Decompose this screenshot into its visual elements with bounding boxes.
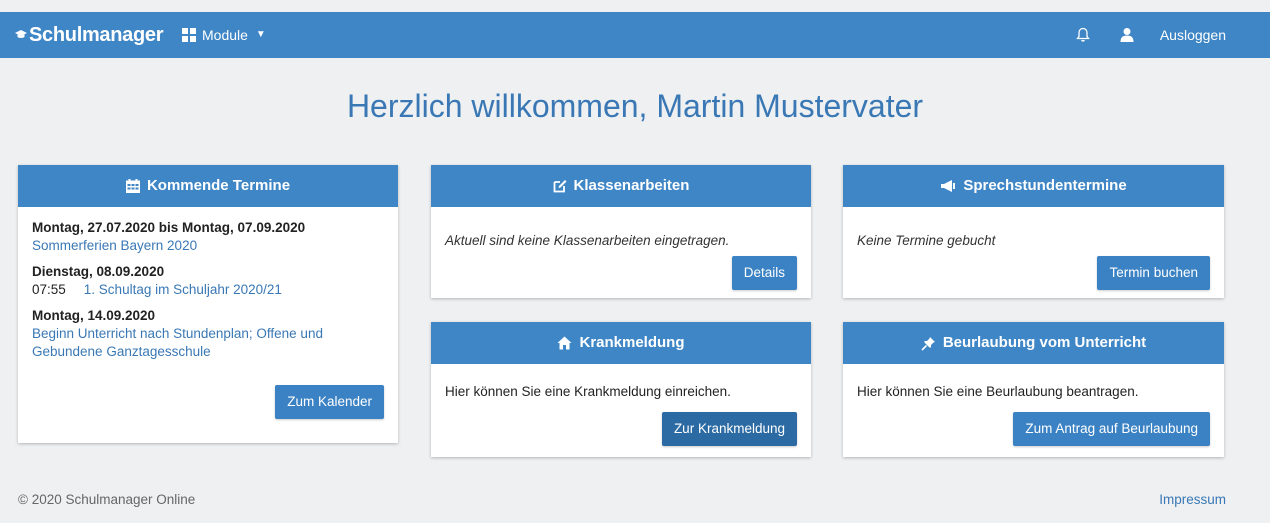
card-body: Hier können Sie eine Beurlaubung beantra… (843, 364, 1224, 457)
edit-icon (553, 180, 567, 193)
event-item: Montag, 14.09.2020 Beginn Unterricht nac… (32, 307, 384, 361)
calendar-icon (125, 179, 140, 193)
card-header: Sprechstundentermine (843, 165, 1224, 207)
card-text: Keine Termine gebucht (857, 233, 996, 248)
logout-link[interactable]: Ausloggen (1160, 27, 1226, 43)
navbar-right: Ausloggen (1072, 12, 1270, 58)
event-time: 07:55 (32, 282, 66, 297)
details-button[interactable]: Details (731, 256, 797, 290)
card-header: Kommende Termine (18, 165, 398, 207)
event-item: Montag, 27.07.2020 bis Montag, 07.09.202… (32, 219, 384, 255)
grid-icon (182, 28, 196, 42)
card-title: Sprechstundentermine (963, 177, 1127, 194)
sick-note-card: Krankmeldung Hier können Sie eine Krankm… (431, 322, 811, 457)
card-body: Aktuell sind keine Klassenarbeiten einge… (431, 207, 811, 298)
event-date: Montag, 14.09.2020 (32, 308, 156, 323)
card-title: Klassenarbeiten (573, 177, 690, 194)
pin-icon (921, 336, 935, 351)
bell-icon[interactable] (1072, 24, 1094, 46)
event-link[interactable]: Beginn Unterricht nach Stundenplan; Offe… (32, 325, 384, 361)
card-body: Hier können Sie eine Krankmeldung einrei… (431, 364, 811, 457)
brand-logo[interactable]: Schulmanager (14, 20, 164, 50)
graduation-cap-icon (15, 30, 27, 38)
card-title: Krankmeldung (579, 334, 685, 351)
navbar: Schulmanager Module ▼ Ausloggen (0, 12, 1270, 58)
calendar-button[interactable]: Zum Kalender (275, 385, 384, 419)
page-title: Herzlich willkommen, Martin Mustervater (346, 88, 924, 124)
card-text: Hier können Sie eine Krankmeldung einrei… (445, 384, 731, 399)
chevron-down-icon: ▼ (255, 29, 266, 40)
sick-note-button[interactable]: Zur Krankmeldung (661, 412, 797, 446)
exams-card: Klassenarbeiten Aktuell sind keine Klass… (431, 165, 811, 298)
card-header: Krankmeldung (431, 322, 811, 364)
card-body: Keine Termine gebucht Termin buchen (843, 207, 1224, 298)
modules-menu[interactable]: Module ▼ (182, 12, 266, 58)
card-header: Beurlaubung vom Unterricht (843, 322, 1224, 364)
event-date: Montag, 27.07.2020 bis Montag, 07.09.202… (32, 220, 306, 235)
user-icon[interactable] (1116, 24, 1138, 46)
card-text: Aktuell sind keine Klassenarbeiten einge… (445, 233, 730, 248)
card-header: Klassenarbeiten (431, 165, 811, 207)
book-appointment-button[interactable]: Termin buchen (1097, 256, 1210, 290)
card-title: Beurlaubung vom Unterricht (942, 334, 1147, 351)
consultation-card: Sprechstundentermine Keine Termine gebuc… (843, 165, 1224, 298)
copyright: © 2020 Schulmanager Online (18, 492, 196, 507)
event-link[interactable]: 1. Schultag im Schuljahr 2020/21 (84, 282, 282, 297)
upcoming-events-card: Kommende Termine Montag, 27.07.2020 bis … (18, 165, 398, 443)
top-strip (0, 0, 1270, 12)
impressum-link[interactable]: Impressum (1159, 492, 1226, 507)
modules-label: Module (202, 27, 248, 43)
leave-card: Beurlaubung vom Unterricht Hier können S… (843, 322, 1224, 457)
event-link[interactable]: Sommerferien Bayern 2020 (32, 237, 384, 255)
card-title: Kommende Termine (146, 177, 291, 194)
home-icon (557, 336, 572, 350)
event-item: Dienstag, 08.09.2020 07:55 1. Schultag im… (32, 263, 384, 299)
brand-name: Schulmanager (29, 24, 164, 46)
card-text: Hier können Sie eine Beurlaubung beantra… (857, 384, 1139, 399)
card-body: Montag, 27.07.2020 bis Montag, 07.09.202… (18, 207, 398, 443)
leave-request-button[interactable]: Zum Antrag auf Beurlaubung (1013, 412, 1210, 446)
megaphone-icon (941, 180, 956, 192)
event-date: Dienstag, 08.09.2020 (32, 264, 165, 279)
